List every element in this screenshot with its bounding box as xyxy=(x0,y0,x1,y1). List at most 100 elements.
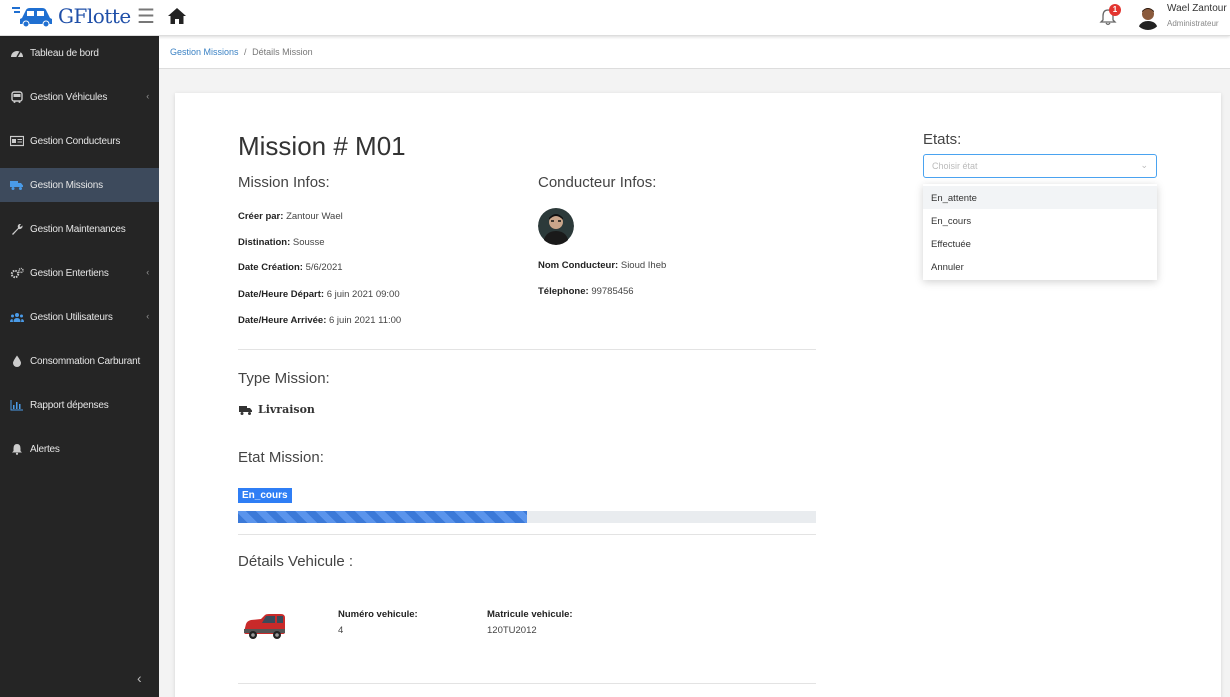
sidebar-item-gestion-maintenances[interactable]: Gestion Maintenances xyxy=(0,212,159,246)
destination-label: Distination: xyxy=(238,237,291,248)
brand-logo[interactable]: GFlotte xyxy=(10,4,131,28)
departure-value: 6 juin 2021 09:00 xyxy=(326,289,400,300)
destination-field: Distination: Sousse xyxy=(238,237,325,248)
chevron-left-icon: ‹ xyxy=(146,267,149,277)
mission-state-heading: Etat Mission: xyxy=(238,449,324,466)
sidebar-item-gestion-vehicules[interactable]: Gestion Véhicules ‹ xyxy=(0,80,159,114)
mission-type-value: Livraison xyxy=(238,403,315,416)
vehicle-details-heading: Détails Vehicule : xyxy=(238,553,354,570)
truck-icon xyxy=(10,181,23,190)
driver-avatar-icon xyxy=(538,208,574,245)
sidebar-item-label: Gestion Conducteurs xyxy=(30,135,121,147)
notification-count-badge: 1 xyxy=(1109,4,1121,16)
departure-field: Date/Heure Départ: 6 juin 2021 09:00 xyxy=(238,289,400,300)
driver-phone-value: 99785456 xyxy=(591,286,634,297)
destination-value: Sousse xyxy=(292,237,325,248)
sidebar-item-label: Tableau de bord xyxy=(30,47,99,59)
arrival-field: Date/Heure Arrivée: 6 juin 2021 11:00 xyxy=(238,315,401,326)
car-logo-icon xyxy=(12,7,52,28)
sidebar-item-gestion-missions[interactable]: Gestion Missions xyxy=(0,168,159,202)
status-badge: En_cours xyxy=(238,488,292,503)
sidebar-item-consommation-carburant[interactable]: Consommation Carburant xyxy=(0,344,159,378)
vehicle-number-value: 4 xyxy=(338,625,344,636)
chevron-down-icon: ⌄ xyxy=(1140,160,1148,170)
mission-progress-fill xyxy=(238,511,527,523)
sidebar-item-gestion-conducteurs[interactable]: Gestion Conducteurs xyxy=(0,124,159,158)
vehicle-plate-value: 120TU2012 xyxy=(487,625,537,636)
state-option-en-attente[interactable]: En_attente xyxy=(923,186,1157,209)
brand-name: GFlotte xyxy=(58,4,131,28)
users-icon xyxy=(10,313,24,322)
creation-date-field: Date Création: 5/6/2021 xyxy=(238,262,343,273)
sidebar-item-label: Consommation Carburant xyxy=(30,355,141,367)
state-select[interactable]: Choisir état ⌄ xyxy=(923,154,1157,178)
mission-progress-bar xyxy=(238,511,816,523)
chart-icon xyxy=(10,400,23,411)
creation-date-value: 5/6/2021 xyxy=(305,262,343,273)
sidebar-item-label: Gestion Utilisateurs xyxy=(30,311,113,323)
breadcrumb-current: Détails Mission xyxy=(252,47,313,57)
chevron-left-icon: ‹ xyxy=(146,91,149,101)
user-avatar[interactable] xyxy=(1135,4,1161,30)
state-option-en-cours[interactable]: En_cours xyxy=(923,209,1157,232)
breadcrumb-separator: / xyxy=(244,47,247,57)
mission-state-badge: En_cours xyxy=(238,485,292,503)
arrival-value: 6 juin 2021 11:00 xyxy=(329,315,402,326)
sidebar-item-gestion-entertiens[interactable]: Gestion Entertiens ‹ xyxy=(0,256,159,290)
driver-name-label: Nom Conducteur: xyxy=(538,260,619,271)
sidebar-item-alertes[interactable]: Alertes xyxy=(0,432,159,466)
breadcrumb: Gestion Missions / Détails Mission xyxy=(159,36,1230,69)
user-role: Administrateur xyxy=(1167,19,1219,28)
sidebar-item-label: Gestion Missions xyxy=(30,179,103,191)
sidebar-item-label: Gestion Entertiens xyxy=(30,267,109,279)
driver-avatar xyxy=(538,207,574,245)
bell-icon xyxy=(12,444,22,455)
divider xyxy=(238,683,816,684)
state-option-effectuee[interactable]: Effectuée xyxy=(923,232,1157,255)
mission-details-card: Mission # M01 Mission Infos: Créer par: … xyxy=(175,93,1221,697)
state-select-placeholder: Choisir état xyxy=(932,161,978,171)
chevron-left-icon: ‹ xyxy=(146,311,149,321)
state-option-annuler[interactable]: Annuler xyxy=(923,255,1157,278)
vehicle-plate-label: Matricule vehicule: xyxy=(487,609,573,620)
driver-name-field: Nom Conducteur: Sioud Iheb xyxy=(538,260,666,271)
divider xyxy=(238,534,816,535)
top-navbar: GFlotte ☰ 1 Wael Zantour Administrateur xyxy=(0,0,1230,36)
sidebar-item-label: Gestion Maintenances xyxy=(30,223,126,235)
vehicle-number-label: Numéro vehicule: xyxy=(338,609,418,620)
sidebar-item-label: Rapport dépenses xyxy=(30,399,109,411)
departure-label: Date/Heure Départ: xyxy=(238,289,325,300)
driver-phone-field: Télephone: 99785456 xyxy=(538,286,634,297)
cogs-icon xyxy=(10,267,24,279)
created-by-label: Créer par: xyxy=(238,211,284,222)
drop-icon xyxy=(13,355,21,367)
sidebar: Tableau de bord Gestion Véhicules ‹ Gest… xyxy=(0,36,159,697)
bus-icon xyxy=(11,91,23,103)
created-by-field: Créer par: Zantour Wael xyxy=(238,211,343,222)
sidebar-collapse-icon[interactable]: ‹ xyxy=(137,670,142,686)
sidebar-item-rapport-depenses[interactable]: Rapport dépenses xyxy=(0,388,159,422)
driver-name-value: Sioud Iheb xyxy=(620,260,667,271)
breadcrumb-link-gestion-missions[interactable]: Gestion Missions xyxy=(170,47,239,57)
page-title: Mission # M01 xyxy=(238,131,406,161)
mission-type-label: Livraison xyxy=(258,403,315,416)
vehicle-image xyxy=(244,614,285,639)
truck-icon xyxy=(239,405,252,415)
driver-infos-heading: Conducteur Infos: xyxy=(538,174,657,191)
user-name[interactable]: Wael Zantour xyxy=(1167,3,1227,14)
sidebar-item-gestion-utilisateurs[interactable]: Gestion Utilisateurs ‹ xyxy=(0,300,159,334)
dashboard-icon xyxy=(11,51,23,58)
hamburger-menu-icon[interactable]: ☰ xyxy=(137,7,155,27)
state-dropdown-menu: En_attente En_cours Effectuée Annuler xyxy=(923,184,1157,280)
wrench-icon xyxy=(12,224,23,235)
sidebar-item-label: Gestion Véhicules xyxy=(30,91,108,103)
user-avatar-icon xyxy=(1138,8,1158,30)
id-card-icon xyxy=(10,135,24,147)
mission-type-heading: Type Mission: xyxy=(238,370,330,387)
home-icon[interactable] xyxy=(167,6,187,26)
driver-phone-label: Télephone: xyxy=(538,286,589,297)
sidebar-item-label: Alertes xyxy=(30,443,60,455)
mission-infos-heading: Mission Infos: xyxy=(238,174,330,191)
sidebar-item-tableau-de-bord[interactable]: Tableau de bord xyxy=(0,36,159,70)
divider xyxy=(238,349,816,350)
